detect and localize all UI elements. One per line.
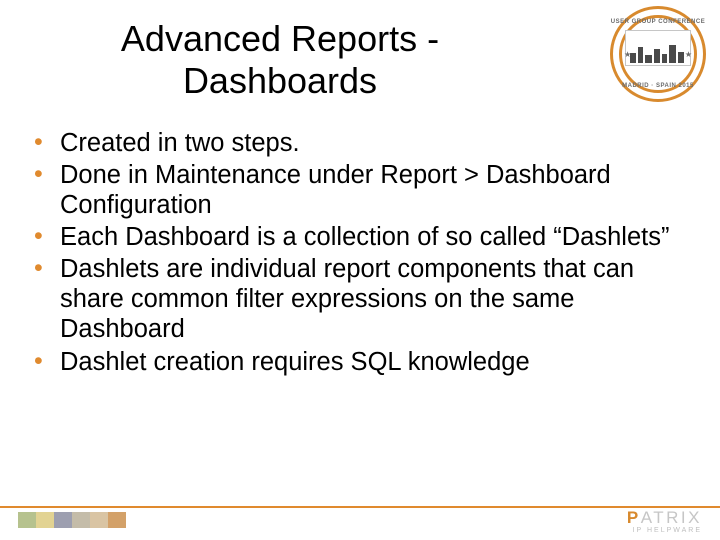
swatch-icon — [72, 512, 90, 528]
list-item: Done in Maintenance under Report > Dashb… — [32, 160, 688, 220]
brand-rest: ATRIX — [641, 508, 702, 527]
swatch-icon — [36, 512, 54, 528]
slide-footer: PATRIX IP HELPWARE — [0, 506, 720, 540]
star-icon: ★ — [624, 50, 631, 59]
list-item: Dashlets are individual report component… — [32, 254, 688, 344]
list-item: Created in two steps. — [32, 128, 688, 158]
badge-arc-top: USER GROUP CONFERENCE — [610, 19, 706, 25]
footer-logo: PATRIX IP HELPWARE — [627, 509, 702, 534]
footer-divider — [0, 506, 720, 508]
title-line1: Advanced Reports - — [121, 18, 439, 59]
footer-swatches — [18, 512, 126, 528]
badge-skyline-frame — [625, 30, 691, 66]
swatch-icon — [18, 512, 36, 528]
slide-title: Advanced Reports - Dashboards — [0, 18, 560, 103]
brand-name: PATRIX — [627, 509, 702, 526]
swatch-icon — [54, 512, 72, 528]
badge-arc-bottom: MADRID · SPAIN 2015 — [610, 83, 706, 89]
list-item: Dashlet creation requires SQL knowledge — [32, 347, 688, 377]
title-line2: Dashboards — [183, 60, 377, 101]
badge-skyline-icon — [630, 43, 686, 63]
list-item: Each Dashboard is a collection of so cal… — [32, 222, 688, 252]
star-icon: ★ — [685, 50, 692, 59]
swatch-icon — [108, 512, 126, 528]
brand-tagline: IP HELPWARE — [627, 527, 702, 534]
swatch-icon — [90, 512, 108, 528]
bullet-list: Created in two steps. Done in Maintenanc… — [32, 128, 688, 379]
conference-badge: USER GROUP CONFERENCE ★ ★ MADRID · SPAIN… — [610, 6, 706, 102]
brand-accent: P — [627, 508, 641, 527]
